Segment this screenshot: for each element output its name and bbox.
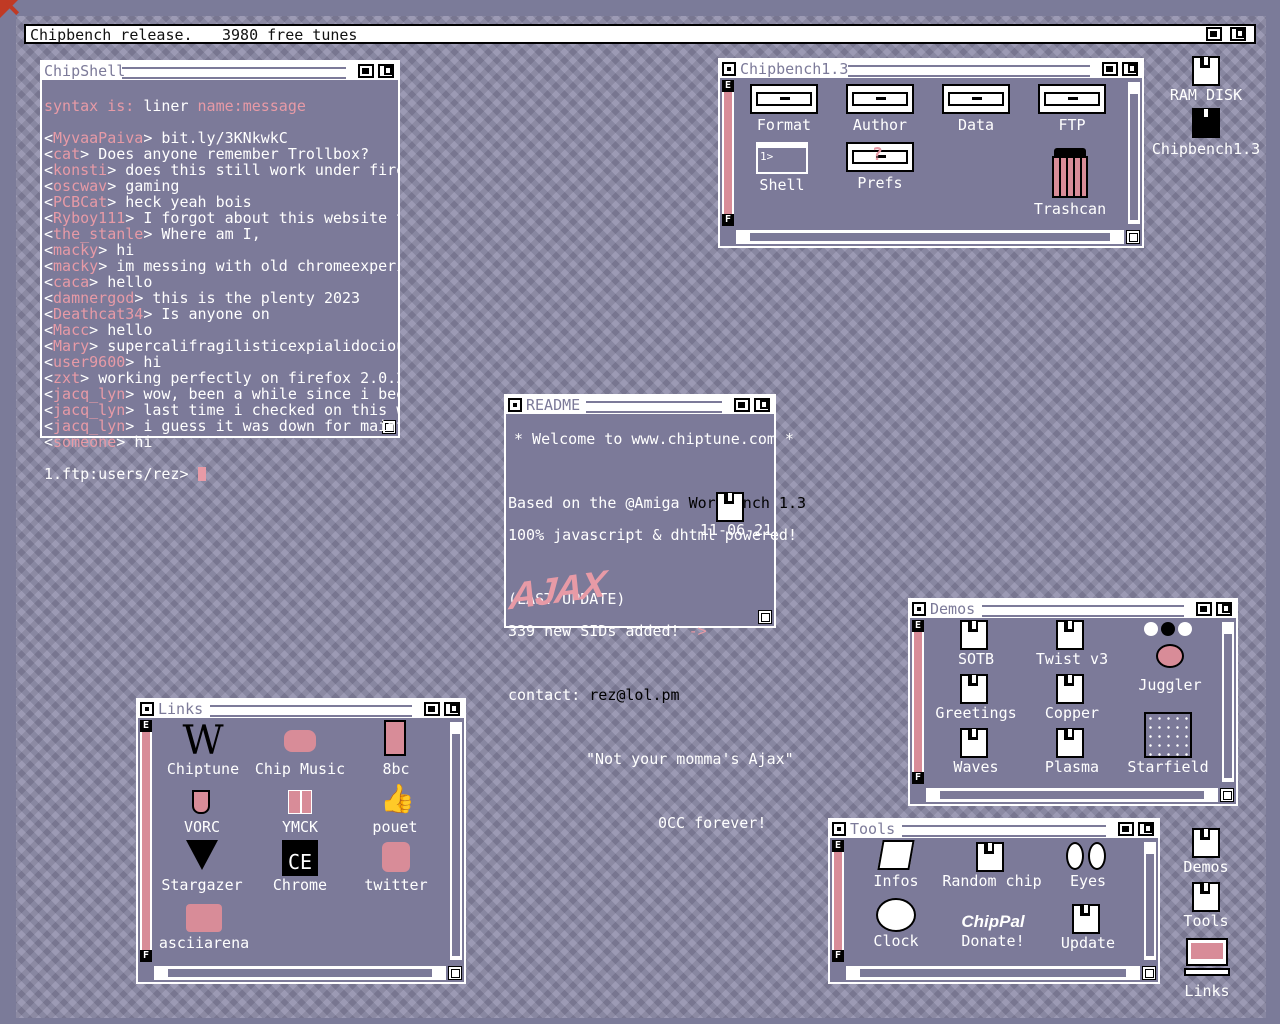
screen-title-bar[interactable]: Chipbench release. 3980 free tunes [24, 24, 1256, 44]
chat-line: <jacq_lyn> i guess it was down for maint… [44, 418, 398, 434]
resize-gadget-icon[interactable] [1126, 230, 1140, 244]
sids-line: 339 new SIDs added! -> [508, 622, 707, 640]
close-gadget-icon[interactable] [832, 822, 846, 836]
screen-depth-back-gadget-icon[interactable] [1206, 27, 1222, 41]
title-stripes [586, 401, 722, 413]
chipbench-title: Chipbench1.3 [740, 60, 853, 78]
vertical-scrollbar-right[interactable] [450, 722, 462, 960]
title-stripes [848, 65, 1090, 77]
demos-title-bar[interactable]: Demos [910, 600, 1236, 618]
depth-back-gadget-icon[interactable] [1102, 62, 1118, 76]
chat-line: <MyvaaPaiva> bit.ly/3KNkwkC [44, 129, 288, 147]
text-cursor [197, 467, 206, 481]
depth-back-gadget-icon[interactable] [424, 702, 440, 716]
free-tunes-count: 3980 free tunes [222, 26, 358, 44]
chat-line: <damnergod> this is the plenty 2023 [44, 289, 361, 307]
chipshell-title: ChipShell [44, 62, 130, 80]
depth-front-gadget-icon[interactable] [754, 398, 770, 412]
chat-line: <jacq_lyn> wow, been a while since i bee… [44, 386, 398, 402]
depth-back-gadget-icon[interactable] [1196, 602, 1212, 616]
title-stripes [902, 825, 1106, 837]
depth-front-gadget-icon[interactable] [378, 64, 394, 78]
resize-gadget-icon[interactable] [448, 966, 462, 980]
horizontal-scrollbar[interactable] [926, 788, 1218, 802]
vertical-scrollbar-left[interactable]: EF [722, 80, 734, 226]
depth-back-gadget-icon[interactable] [734, 398, 750, 412]
chipbench-title-bar[interactable]: Chipbench1.3 [720, 60, 1142, 78]
chat-line: <Mary> supercalifragilisticexpialidociou… [44, 338, 398, 354]
chat-line: <cat> Does anyone remember Trollbox? [44, 145, 370, 163]
close-gadget-icon[interactable] [508, 398, 522, 412]
depth-back-gadget-icon[interactable] [1118, 822, 1134, 836]
horizontal-scrollbar[interactable] [846, 966, 1140, 980]
update-date: 11-06-21 [700, 521, 773, 539]
chat-line: <oscwav> gaming [44, 177, 180, 195]
forever-line: 0CC forever! [658, 814, 767, 832]
title-stripes [210, 705, 412, 717]
depth-front-gadget-icon[interactable] [444, 702, 460, 716]
chat-message: i guess it was down for maintaina [143, 417, 398, 435]
vertical-scrollbar-right[interactable] [1144, 842, 1156, 960]
chat-username: someone [53, 433, 117, 451]
welcome-line: * Welcome to www.chiptune.com * [514, 430, 794, 448]
readme-title-bar[interactable]: README [506, 396, 774, 414]
tools-title: Tools [850, 820, 900, 838]
chat-line: <PCBCat> heck yeah bois [44, 193, 252, 211]
depth-front-gadget-icon[interactable] [1138, 822, 1154, 836]
resize-gadget-icon[interactable] [1142, 966, 1156, 980]
readme-content: * Welcome to www.chiptune.com * Based on… [508, 415, 806, 847]
contact-line: contact: rez@lol.pm [508, 686, 680, 704]
chat-line: <the_stanle> Where am I, [44, 225, 261, 243]
close-gadget-icon[interactable] [722, 62, 736, 76]
chipshell-console[interactable]: syntax is: liner name:message <MyvaaPaiv… [44, 82, 398, 498]
close-gadget-icon[interactable] [912, 602, 926, 616]
chat-line: <zxt> working perfectly on firefox 2.0.2… [44, 370, 398, 386]
chat-line: <Macc> hello [44, 321, 153, 339]
chat-line: <Ryboy111> I forgot about this website t… [44, 210, 398, 226]
chat-line: <Deathcat34> Is anyone on [44, 305, 270, 323]
readme-title: README [526, 396, 585, 414]
screen-title: Chipbench release. [30, 26, 193, 44]
chat-line: <jacq_lyn> last time i checked on this w… [44, 402, 398, 418]
chat-line: <someone> hi [44, 433, 153, 451]
title-stripes [982, 605, 1184, 617]
title-stripes [122, 67, 346, 79]
chat-line: <konsti> does this still work under fire… [44, 162, 398, 178]
chat-message: im messing with old chromeexperiment [116, 257, 398, 275]
depth-back-gadget-icon[interactable] [358, 64, 374, 78]
chat-message: Where am I, [161, 225, 261, 243]
syntax-line: syntax is: liner name:message [44, 97, 306, 115]
chat-line: <macky> im messing with old chromeexperi… [44, 258, 398, 274]
chat-message: Is anyone on [161, 305, 270, 323]
demos-title: Demos [930, 600, 980, 618]
tools-title-bar[interactable]: Tools [830, 820, 1158, 838]
links-title-bar[interactable]: Links [138, 700, 464, 718]
chat-line: <caca> hello [44, 273, 153, 291]
depth-front-gadget-icon[interactable] [1216, 602, 1232, 616]
links-title: Links [158, 700, 208, 718]
screen-depth-front-gadget-icon[interactable] [1230, 27, 1246, 41]
chipshell-title-bar[interactable]: ChipShell [42, 62, 398, 80]
chat-line: <user9600> hi [44, 353, 162, 371]
shell-prompt-line[interactable]: 1.ftp:users/rez> [44, 466, 398, 482]
close-gadget-icon[interactable] [140, 702, 154, 716]
vertical-scrollbar-left[interactable]: EF [140, 720, 152, 962]
resize-gadget-icon[interactable] [1220, 788, 1234, 802]
chat-line: <macky> hi [44, 241, 135, 259]
chat-message: hi [134, 433, 153, 451]
quote-line: "Not your momma's Ajax" [586, 750, 794, 768]
mouse-pointer-icon [0, 0, 18, 18]
horizontal-scrollbar[interactable] [154, 966, 446, 980]
horizontal-scrollbar[interactable] [736, 230, 1124, 244]
contact-email[interactable]: rez@lol.pm [589, 686, 679, 704]
depth-front-gadget-icon[interactable] [1122, 62, 1138, 76]
